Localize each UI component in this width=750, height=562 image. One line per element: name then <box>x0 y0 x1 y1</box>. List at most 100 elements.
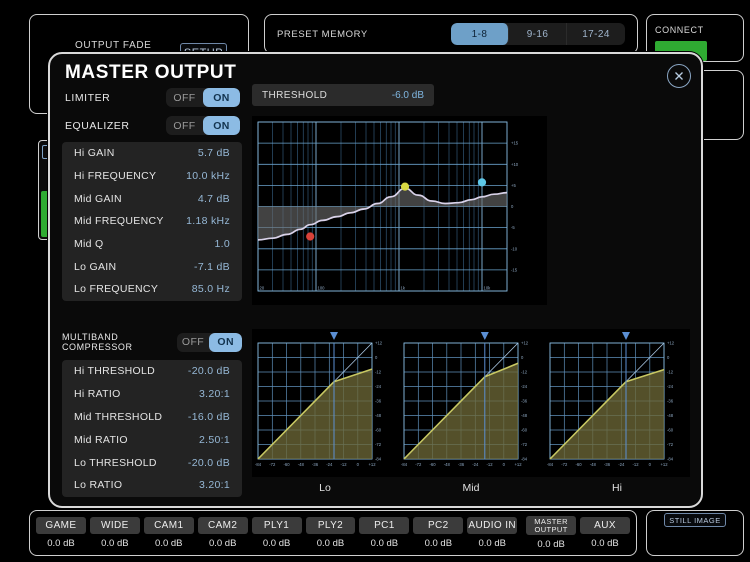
svg-text:-48: -48 <box>298 462 305 467</box>
table-row[interactable]: Mid FREQUENCY 1.18 kHz <box>62 210 242 233</box>
threshold-value: -6.0 dB <box>391 89 424 101</box>
svg-text:+12: +12 <box>368 462 376 467</box>
close-icon[interactable] <box>667 64 691 88</box>
table-row[interactable]: Hi THRESHOLD -20.0 dB <box>62 360 242 383</box>
table-row[interactable]: Lo GAIN -7.1 dB <box>62 255 242 278</box>
svg-text:-24: -24 <box>375 384 382 389</box>
equalizer-on-option[interactable]: ON <box>203 116 240 135</box>
compressor-graph-lo-label: Lo <box>319 482 331 494</box>
compressor-parameter-table: Hi THRESHOLD -20.0 dB Hi RATIO 3.20:1 Mi… <box>62 360 242 497</box>
svg-text:-72: -72 <box>415 462 422 467</box>
svg-text:-36: -36 <box>312 462 319 467</box>
compressor-graph-lo[interactable]: -84 -72 -60 -48 -36 -24 -12 0 +12 +12 0 -12 -24 -36 -4… <box>252 329 398 494</box>
svg-text:-12: -12 <box>375 370 382 375</box>
channel-ply1[interactable]: PLY1 0.0 dB <box>250 516 304 549</box>
svg-text:-48: -48 <box>590 462 597 467</box>
compressor-graph-hi-label: Hi <box>612 482 622 494</box>
preset-range-1-8[interactable]: 1-8 <box>451 23 509 45</box>
multiband-off-option[interactable]: OFF <box>177 333 210 352</box>
svg-text:-24: -24 <box>667 384 674 389</box>
limiter-toggle[interactable]: OFF ON <box>166 88 240 107</box>
table-row[interactable]: Hi RATIO 3.20:1 <box>62 383 242 406</box>
svg-text:-24: -24 <box>618 462 625 467</box>
svg-text:-60: -60 <box>667 428 674 433</box>
svg-text:-72: -72 <box>375 442 382 447</box>
threshold-label: THRESHOLD <box>262 89 328 101</box>
application-window: V-8HD Remote 2.0.0 OUTPUT FADE CAPTURE S… <box>0 0 750 562</box>
preset-range-9-16[interactable]: 9-16 <box>509 23 567 45</box>
channel-pc2[interactable]: PC2 0.0 dB <box>411 516 465 549</box>
table-row[interactable]: Hi FREQUENCY 10.0 kHz <box>62 165 242 188</box>
svg-text:-24: -24 <box>326 462 333 467</box>
svg-text:-48: -48 <box>444 462 451 467</box>
limiter-off-option[interactable]: OFF <box>166 88 203 107</box>
svg-text:-12: -12 <box>486 462 493 467</box>
svg-text:-24: -24 <box>521 384 528 389</box>
table-row[interactable]: Lo THRESHOLD -20.0 dB <box>62 451 242 474</box>
svg-text:-84: -84 <box>521 457 528 462</box>
svg-text:-84: -84 <box>255 462 262 467</box>
channel-master-output[interactable]: MASTER OUTPUT 0.0 dB <box>524 516 578 550</box>
channel-game[interactable]: GAME 0.0 dB <box>34 516 88 549</box>
table-row[interactable]: Mid Q 1.0 <box>62 233 242 256</box>
svg-text:-48: -48 <box>667 413 674 418</box>
channel-wide[interactable]: WIDE 0.0 dB <box>88 516 142 549</box>
multiband-compressor-toggle[interactable]: OFF ON <box>176 332 242 352</box>
multiband-compressor-label: MULTIBAND COMPRESSOR <box>62 332 133 352</box>
svg-text:+10: +10 <box>511 162 519 167</box>
channel-ply2[interactable]: PLY2 0.0 dB <box>304 516 358 549</box>
table-row[interactable]: Mid RATIO 2.50:1 <box>62 428 242 451</box>
svg-text:-48: -48 <box>521 413 528 418</box>
table-row[interactable]: Mid THRESHOLD -16.0 dB <box>62 406 242 429</box>
svg-text:-48: -48 <box>375 413 382 418</box>
equalizer-toggle[interactable]: OFF ON <box>166 116 240 135</box>
svg-text:-36: -36 <box>521 399 528 404</box>
table-row[interactable]: Mid GAIN 4.7 dB <box>62 187 242 210</box>
svg-text:-12: -12 <box>632 462 639 467</box>
svg-text:-12: -12 <box>667 370 674 375</box>
svg-text:+12: +12 <box>660 462 668 467</box>
svg-text:-60: -60 <box>375 428 382 433</box>
svg-text:-72: -72 <box>667 442 674 447</box>
channel-pc1[interactable]: PC1 0.0 dB <box>357 516 411 549</box>
compressor-graph-mid[interactable]: -84 -72 -60 -48 -36 -24 -12 0 +12 +12 0 -12 -24 -36 -4… <box>398 329 544 494</box>
svg-text:+12: +12 <box>375 341 383 346</box>
output-fade-label: OUTPUT FADE <box>75 40 152 51</box>
channel-audio-in[interactable]: AUDIO IN 0.0 dB <box>465 516 519 549</box>
dialog-title: MASTER OUTPUT <box>65 62 237 83</box>
equalizer-label: EQUALIZER <box>65 119 130 132</box>
still-image-button[interactable]: STILL IMAGE <box>664 513 726 527</box>
compressor-graph-hi[interactable]: -84 -72 -60 -48 -36 -24 -12 0 +12 +12 0 -12 -24 -36 -4… <box>544 329 690 494</box>
svg-text:-84: -84 <box>667 457 674 462</box>
preset-memory-label: PRESET MEMORY <box>277 28 368 40</box>
svg-text:+15: +15 <box>511 141 519 146</box>
equalizer-off-option[interactable]: OFF <box>166 116 203 135</box>
table-row[interactable]: Lo FREQUENCY 85.0 Hz <box>62 278 242 301</box>
svg-text:-36: -36 <box>458 462 465 467</box>
svg-text:-36: -36 <box>375 399 382 404</box>
table-row[interactable]: Lo RATIO 3.20:1 <box>62 474 242 497</box>
svg-text:100: 100 <box>318 286 326 291</box>
svg-text:-24: -24 <box>472 462 479 467</box>
equalizer-graph[interactable]: +15 +10 +5 0 -5 -10 -15 20 100 1k 10k <box>252 116 547 305</box>
multiband-on-option[interactable]: ON <box>209 332 242 352</box>
threshold-field[interactable]: THRESHOLD -6.0 dB <box>252 84 434 106</box>
compressor-graph-mid-label: Mid <box>462 482 480 494</box>
channel-cam1[interactable]: CAM1 0.0 dB <box>142 516 196 549</box>
still-image-panel: STILL IMAGE <box>646 510 744 556</box>
svg-text:10k: 10k <box>484 286 492 291</box>
limiter-on-option[interactable]: ON <box>203 88 240 107</box>
channel-aux[interactable]: AUX 0.0 dB <box>578 516 632 549</box>
svg-text:-84: -84 <box>401 462 408 467</box>
channel-cam2[interactable]: CAM2 0.0 dB <box>196 516 250 549</box>
svg-text:-72: -72 <box>269 462 276 467</box>
svg-text:-60: -60 <box>429 462 436 467</box>
table-row[interactable]: Hi GAIN 5.7 dB <box>62 142 242 165</box>
svg-text:-72: -72 <box>521 442 528 447</box>
preset-range-17-24[interactable]: 17-24 <box>567 23 625 45</box>
svg-text:-84: -84 <box>547 462 554 467</box>
preset-memory-panel: PRESET MEMORY 1-8 9-16 17-24 <box>264 14 638 54</box>
preset-range-selector[interactable]: 1-8 9-16 17-24 <box>451 23 625 45</box>
svg-text:-12: -12 <box>521 370 528 375</box>
svg-text:+12: +12 <box>521 341 529 346</box>
